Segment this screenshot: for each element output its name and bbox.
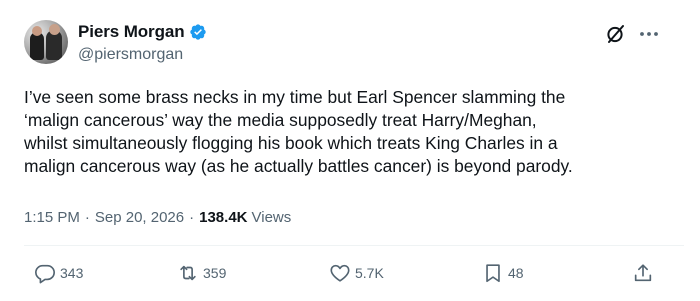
- avatar-head-left: [32, 26, 42, 36]
- meta-separator: ·: [84, 209, 90, 226]
- repost-button[interactable]: 359: [177, 262, 226, 284]
- grok-icon[interactable]: [604, 22, 628, 46]
- reply-button[interactable]: 343: [34, 262, 83, 284]
- share-icon: [634, 264, 652, 282]
- author-display-name[interactable]: Piers Morgan: [78, 22, 185, 42]
- action-bar: 343 359 5.7K 48: [0, 262, 700, 288]
- tweet-text-line: ‘malign cancerous’ way the media suppose…: [24, 110, 537, 130]
- tweet-text-line: whilst simultaneously flogging his book …: [24, 133, 558, 153]
- like-count: 5.7K: [355, 265, 384, 281]
- verified-badge-icon: [189, 24, 206, 40]
- tweet-text-line: I’ve seen some brass necks in my time bu…: [24, 87, 566, 107]
- views-label: Views: [251, 209, 292, 226]
- reply-icon: [35, 264, 55, 284]
- tweet-time[interactable]: 1:15 PM: [24, 209, 80, 226]
- bookmark-count: 48: [508, 265, 524, 281]
- avatar-figure-left: [30, 32, 44, 60]
- avatar[interactable]: [24, 20, 68, 64]
- repost-count: 359: [203, 265, 227, 281]
- more-icon[interactable]: [636, 22, 662, 46]
- tweet-date[interactable]: Sep 20, 2026: [95, 209, 184, 226]
- author-handle[interactable]: @piersmorgan: [78, 46, 183, 64]
- tweet-text: I’ve seen some brass necks in my time bu…: [24, 86, 684, 178]
- bookmark-icon: [486, 264, 500, 283]
- views-count[interactable]: 138.4K: [199, 209, 247, 226]
- heart-icon: [330, 264, 350, 282]
- reply-count: 343: [60, 265, 84, 281]
- tweet-meta: 1:15 PM · Sep 20, 2026 · 138.4K Views: [24, 209, 291, 226]
- repost-icon: [180, 265, 196, 281]
- avatar-head-right: [49, 24, 60, 35]
- like-button[interactable]: 5.7K: [329, 262, 384, 284]
- author-name-row: Piers Morgan: [78, 22, 207, 42]
- bookmark-button[interactable]: 48: [482, 262, 524, 284]
- share-button[interactable]: [632, 262, 654, 284]
- divider: [24, 245, 684, 246]
- tweet-text-line: malign cancerous way (as he actually bat…: [24, 156, 573, 176]
- tweet-card: Piers Morgan @piersmorgan I’ve seen some…: [0, 0, 700, 301]
- meta-separator: ·: [189, 209, 195, 226]
